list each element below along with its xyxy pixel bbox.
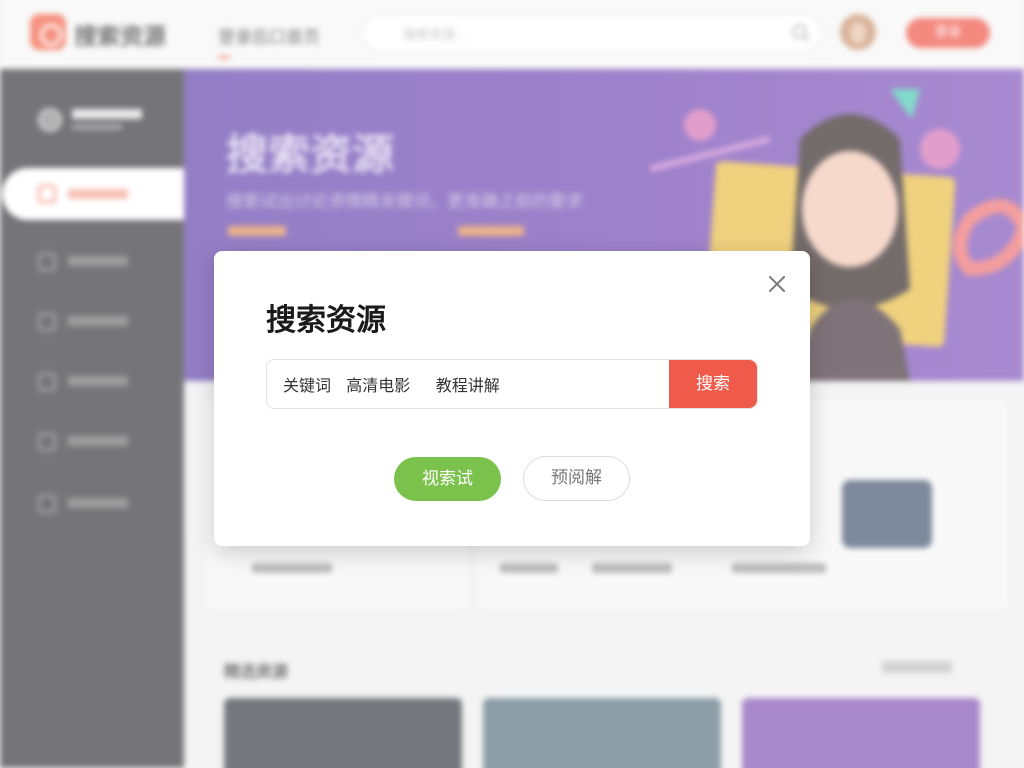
dialog-title: 搜索资源 (266, 303, 386, 338)
search-input[interactable] (267, 360, 671, 408)
primary-action-button[interactable]: 视索试 (394, 457, 501, 501)
secondary-action-button[interactable]: 预阅解 (523, 456, 630, 501)
search-button[interactable]: 搜索 (669, 360, 757, 408)
close-icon[interactable] (765, 272, 789, 296)
dialog-search-box: 搜索 (266, 359, 758, 409)
search-dialog: 搜索资源 搜索 视索试 预阅解 (214, 251, 810, 546)
